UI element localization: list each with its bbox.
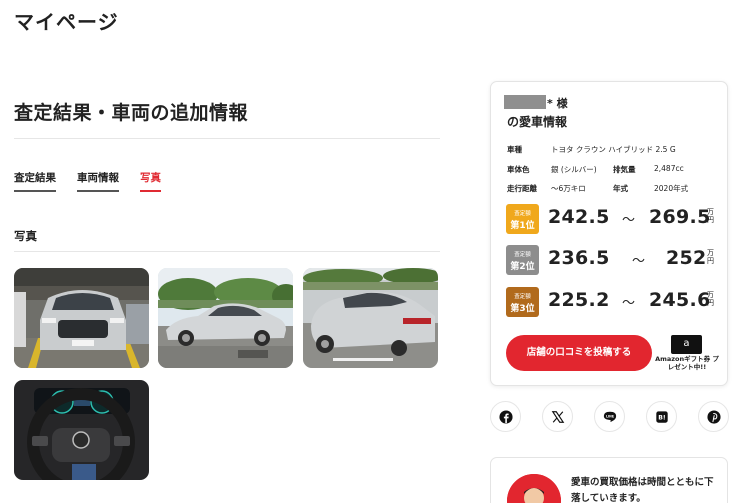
rank-2-tilde: ～ [632,254,646,269]
rank-3-tilde: ～ [622,296,636,311]
car-photo-rear[interactable] [303,268,438,368]
redacted-owner-name [504,95,546,109]
tab-vehicle-info[interactable]: 車両情報 [77,170,119,192]
spec-year-label: 年式 [613,184,628,193]
price-row-rank-1: 査定額 第1位 242.5 ～ 269.5 万円 [506,204,718,234]
spec-color-label: 車体色 [507,165,530,174]
rank-3-unit: 万円 [707,291,714,307]
amazon-gift-text: Amazonギフト券 プレゼント中!! [655,355,719,371]
rank-1-tilde: ～ [622,213,636,228]
spec-displacement-value: 2,487cc [654,164,684,173]
rank-2-badge-sub: 査定額 [514,252,531,258]
rank-3-badge: 査定額 第3位 [506,287,539,317]
share-x-button[interactable] [542,401,573,432]
photos-divider [14,251,440,252]
spec-color-value: 銀 (シルバー) [551,165,597,174]
share-hatena-button[interactable]: B! [646,401,677,432]
promo-avatar [507,474,561,503]
spec-mileage-label: 走行距離 [507,184,537,193]
car-info-card: * 様 の愛車情報 車種 トヨタ クラウン ハイブリッド 2.5 G 車体色 銀… [490,81,728,386]
section-title: 査定結果・車両の追加情報 [14,102,249,124]
tab-photos[interactable]: 写真 [140,170,161,192]
promo-text: 愛車の買取価格は時間とともに下落していきます。 [571,477,714,503]
price-row-rank-2: 査定額 第2位 236.5 ～ 252 万円 [506,245,718,275]
car-photo-front[interactable] [14,268,149,368]
amazon-logo-icon: a [671,335,702,354]
rank-1-badge-sub: 査定額 [514,211,531,217]
photos-heading: 写真 [14,229,37,243]
spec-year-value: 2020年式 [654,184,689,193]
rank-1-unit: 万円 [707,208,714,224]
rank-2-unit: 万円 [707,249,714,265]
rank-3-price-high: 245.6 [649,289,711,311]
rank-3-price-low: 225.2 [548,289,610,311]
rank-1-badge: 査定額 第1位 [506,204,539,234]
share-pinterest-button[interactable] [698,401,729,432]
price-row-rank-3: 査定額 第3位 225.2 ～ 245.6 万円 [506,287,718,317]
tab-appraisal-result[interactable]: 査定結果 [14,170,56,192]
hatena-icon-label: B! [658,414,665,421]
car-info-heading: の愛車情報 [507,115,568,129]
page-title: マイページ [14,10,119,34]
share-facebook-button[interactable] [490,401,521,432]
car-photo-interior[interactable] [14,380,149,480]
promo-card: 愛車の買取価格は時間とともに下落していきます。 [490,457,728,503]
rank-2-badge-main: 第2位 [510,262,535,272]
rank-1-price-low: 242.5 [548,206,610,228]
rank-2-price-low: 236.5 [548,247,610,269]
pinterest-icon [706,409,721,424]
rank-1-badge-main: 第1位 [510,221,535,231]
section-divider [14,138,440,139]
rank-2-badge: 査定額 第2位 [506,245,539,275]
line-icon-label: LINE [606,414,614,418]
spec-model-label: 車種 [507,145,522,154]
line-icon: LINE [603,411,616,422]
spec-model-value: トヨタ クラウン ハイブリッド 2.5 G [551,145,676,154]
rank-2-price-high: 252 [666,247,707,269]
x-icon [551,410,564,423]
rank-3-badge-sub: 査定額 [514,294,531,300]
hatena-bookmark-icon: B! [655,410,668,423]
facebook-icon [498,409,513,424]
tab-bar: 査定結果 車両情報 写真 [14,170,161,192]
car-photo-side[interactable] [158,268,293,368]
share-line-button[interactable]: LINE [594,401,625,432]
post-review-button[interactable]: 店舗の口コミを投稿する [506,335,652,371]
rank-1-price-high: 269.5 [649,206,711,228]
owner-honorific: * 様 [547,97,568,110]
rank-3-badge-main: 第3位 [510,304,535,314]
spec-displacement-label: 排気量 [613,165,636,174]
spec-mileage-value: ～6万キロ [551,184,586,193]
